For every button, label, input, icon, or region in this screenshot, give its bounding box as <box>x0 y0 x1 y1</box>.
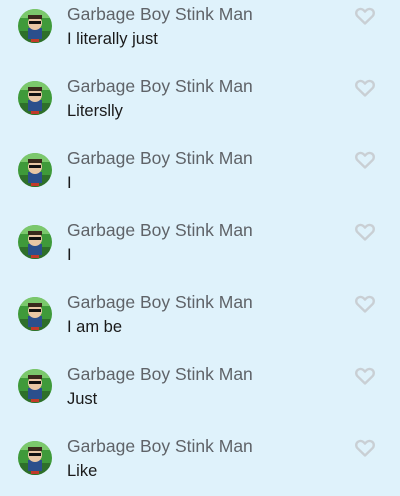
message-list: Garbage Boy Stink Man I literally just G… <box>0 0 400 489</box>
message-row: Garbage Boy Stink Man I <box>0 148 400 208</box>
author-name: Garbage Boy Stink Man <box>67 4 253 24</box>
message-row: Garbage Boy Stink Man I <box>0 220 400 280</box>
avatar-icon[interactable] <box>18 81 52 115</box>
author-name: Garbage Boy Stink Man <box>67 148 253 168</box>
author-name: Garbage Boy Stink Man <box>67 76 253 96</box>
heart-icon[interactable] <box>355 151 375 169</box>
avatar-icon[interactable] <box>18 297 52 331</box>
heart-icon[interactable] <box>355 295 375 313</box>
message-text: I <box>67 246 72 264</box>
heart-icon[interactable] <box>355 439 375 457</box>
message-row: Garbage Boy Stink Man I am be <box>0 292 400 352</box>
avatar-icon[interactable] <box>18 9 52 43</box>
author-name: Garbage Boy Stink Man <box>67 364 253 384</box>
message-row: Garbage Boy Stink Man I literally just <box>0 4 400 64</box>
author-name: Garbage Boy Stink Man <box>67 220 253 240</box>
message-text: I <box>67 174 72 192</box>
message-text: I am be <box>67 318 123 336</box>
message-text: I literally just <box>67 30 158 48</box>
author-name: Garbage Boy Stink Man <box>67 436 253 456</box>
message-row: Garbage Boy Stink Man Just <box>0 364 400 424</box>
heart-icon[interactable] <box>355 367 375 385</box>
avatar-icon[interactable] <box>18 441 52 475</box>
heart-icon[interactable] <box>355 223 375 241</box>
avatar-icon[interactable] <box>18 369 52 403</box>
message-text: Just <box>67 390 98 408</box>
message-text: Like <box>67 462 98 480</box>
avatar-icon[interactable] <box>18 153 52 187</box>
message-row: Garbage Boy Stink Man Literslly <box>0 76 400 136</box>
heart-icon[interactable] <box>355 7 375 25</box>
avatar-icon[interactable] <box>18 225 52 259</box>
message-text: Literslly <box>67 102 123 120</box>
author-name: Garbage Boy Stink Man <box>67 292 253 312</box>
message-row: Garbage Boy Stink Man Like <box>0 436 400 496</box>
heart-icon[interactable] <box>355 79 375 97</box>
